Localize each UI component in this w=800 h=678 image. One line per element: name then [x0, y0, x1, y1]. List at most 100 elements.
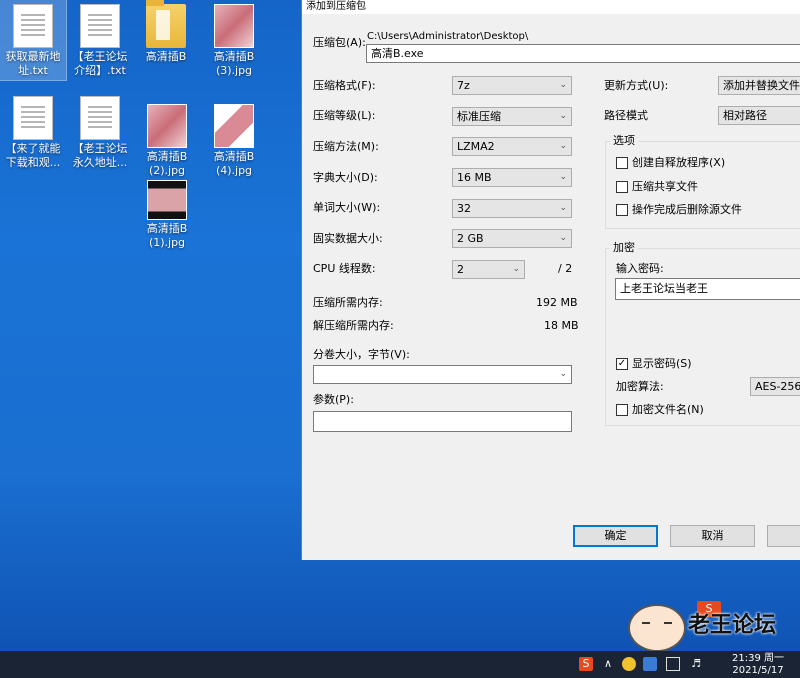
image-file-icon — [214, 104, 254, 148]
image-file-icon — [147, 180, 187, 220]
archive-name-field[interactable]: 高清B.exe — [366, 44, 800, 63]
threads-value: 2 — [457, 263, 464, 276]
level-select[interactable]: 标准压缩 ⌄ — [452, 107, 572, 126]
folder-icon — [146, 0, 186, 48]
level-value: 标准压缩 — [457, 110, 501, 123]
checkbox-box — [616, 404, 628, 416]
checkbox-box — [616, 204, 628, 216]
taskbar: S ∧ ♬ 21:39 周一 2021/5/17 — [0, 651, 800, 678]
dialog-title: 添加到压缩包 — [302, 0, 800, 14]
chevron-down-icon: ⌄ — [512, 264, 520, 274]
desktop-file-txt[interactable]: 获取最新地 址.txt — [0, 0, 67, 81]
sfx-label: 创建自释放程序(X) — [632, 156, 726, 169]
chevron-down-icon: ⌄ — [559, 203, 567, 213]
icon-label: 高清插B — [145, 50, 187, 63]
level-label: 压缩等级(L): — [313, 109, 376, 122]
word-value: 32 — [457, 202, 471, 215]
ime-icon[interactable]: S — [579, 657, 593, 671]
shared-label: 压缩共享文件 — [632, 180, 698, 193]
password-label: 输入密码: — [616, 262, 664, 275]
chevron-down-icon: ⌄ — [559, 369, 567, 379]
options-title: 选项 — [610, 134, 638, 148]
cancel-button[interactable]: 取消 — [670, 525, 755, 547]
threads-select[interactable]: 2 ⌄ — [452, 260, 525, 279]
watermark-text: 老王论坛 — [688, 613, 777, 638]
icon-label: 下载和观... — [5, 156, 61, 169]
password-field[interactable]: 上老王论坛当老王 — [615, 278, 800, 300]
mem-decomp-label: 解压缩所需内存: — [313, 319, 394, 332]
desktop-file-txt[interactable]: 【老王论坛 介绍】.txt — [67, 0, 133, 78]
show-hidden-icons-chevron-icon[interactable]: ∧ — [601, 657, 615, 671]
icon-label: 获取最新地 — [5, 50, 61, 63]
desktop-file-jpg[interactable]: 高清插B (2).jpg — [134, 100, 200, 178]
icon-label: (1).jpg — [148, 236, 186, 249]
taskbar-clock[interactable]: 21:39 周一 2021/5/17 — [728, 653, 788, 677]
method-value: LZMA2 — [457, 140, 495, 153]
volume-size-field[interactable]: ⌄ — [313, 365, 572, 384]
format-value: 7z — [457, 79, 470, 92]
clock-date: 2021/5/17 — [732, 665, 784, 676]
shared-checkbox[interactable]: 压缩共享文件 — [616, 180, 698, 194]
params-field[interactable] — [313, 411, 572, 432]
enc-method-select[interactable]: AES-256 — [750, 377, 800, 396]
threads-label: CPU 线程数: — [313, 262, 376, 275]
tray-app-icon[interactable] — [622, 657, 636, 671]
encrypt-names-label: 加密文件名(N) — [632, 403, 704, 416]
watermark-avatar-icon — [628, 604, 686, 652]
ok-button[interactable]: 确定 — [573, 525, 658, 547]
text-file-icon — [13, 4, 53, 48]
params-label: 参数(P): — [313, 393, 354, 406]
format-select[interactable]: 7z ⌄ — [452, 76, 572, 95]
text-file-icon — [80, 4, 120, 48]
dict-label: 字典大小(D): — [313, 171, 378, 184]
desktop-file-jpg[interactable]: 高清插B (3).jpg — [201, 0, 267, 78]
network-icon[interactable] — [666, 657, 680, 671]
archive-path: C:\Users\Administrator\Desktop\ — [367, 31, 529, 42]
icon-label: (4).jpg — [215, 164, 253, 177]
icon-label: 高清插B — [146, 150, 188, 163]
icon-label: 【老王论坛 — [72, 50, 128, 63]
delete-source-label: 操作完成后删除源文件 — [632, 203, 742, 216]
path-select[interactable]: 相对路径 — [718, 106, 800, 125]
dict-select[interactable]: 16 MB ⌄ — [452, 168, 572, 187]
method-label: 压缩方法(M): — [313, 140, 379, 153]
solid-select[interactable]: 2 GB ⌄ — [452, 229, 572, 248]
word-label: 单词大小(W): — [313, 201, 381, 214]
update-label: 更新方式(U): — [604, 79, 669, 92]
mem-comp-value: 192 MB — [536, 296, 578, 309]
solid-value: 2 GB — [457, 232, 484, 245]
enc-method-label: 加密算法: — [616, 380, 664, 393]
dict-value: 16 MB — [457, 171, 492, 184]
tray-app-icon[interactable] — [643, 657, 657, 671]
icon-label: 高清插B — [213, 50, 255, 63]
desktop-file-jpg[interactable]: 高清插B (4).jpg — [201, 100, 267, 178]
volume-label: 分卷大小，字节(V): — [313, 348, 410, 361]
encrypt-names-checkbox[interactable]: 加密文件名(N) — [616, 403, 704, 417]
chevron-down-icon: ⌄ — [559, 141, 567, 151]
method-select[interactable]: LZMA2 ⌄ — [452, 137, 572, 156]
text-file-icon — [13, 96, 53, 140]
icon-label: 永久地址... — [72, 156, 128, 169]
checkbox-box — [616, 181, 628, 193]
volume-icon[interactable]: ♬ — [689, 657, 703, 671]
chevron-down-icon: ⌄ — [559, 233, 567, 243]
desktop-file-txt[interactable]: 【来了就能 下载和观... — [0, 92, 66, 170]
help-button[interactable] — [767, 525, 800, 547]
word-select[interactable]: 32 ⌄ — [452, 199, 572, 218]
desktop-file-jpg[interactable]: 高清插B (1).jpg — [134, 176, 200, 250]
sfx-checkbox[interactable]: 创建自释放程序(X) — [616, 156, 725, 170]
enc-method-value: AES-256 — [755, 380, 800, 393]
icon-label: 高清插B — [213, 150, 255, 163]
mem-decomp-value: 18 MB — [544, 319, 579, 332]
update-select[interactable]: 添加并替换文件 — [718, 76, 800, 95]
icon-label: (3).jpg — [215, 64, 253, 77]
threads-max: / 2 — [558, 262, 573, 275]
encryption-title: 加密 — [610, 241, 638, 255]
archive-name-value: 高清B.exe — [371, 47, 424, 60]
delete-source-checkbox[interactable]: 操作完成后删除源文件 — [616, 203, 742, 217]
checkbox-box — [616, 157, 628, 169]
desktop-folder[interactable]: 高清插B — [133, 0, 199, 64]
text-file-icon — [80, 96, 120, 140]
desktop-file-txt[interactable]: 【老王论坛 永久地址... — [67, 92, 133, 170]
show-password-checkbox[interactable]: ✓ 显示密码(S) — [616, 357, 692, 371]
